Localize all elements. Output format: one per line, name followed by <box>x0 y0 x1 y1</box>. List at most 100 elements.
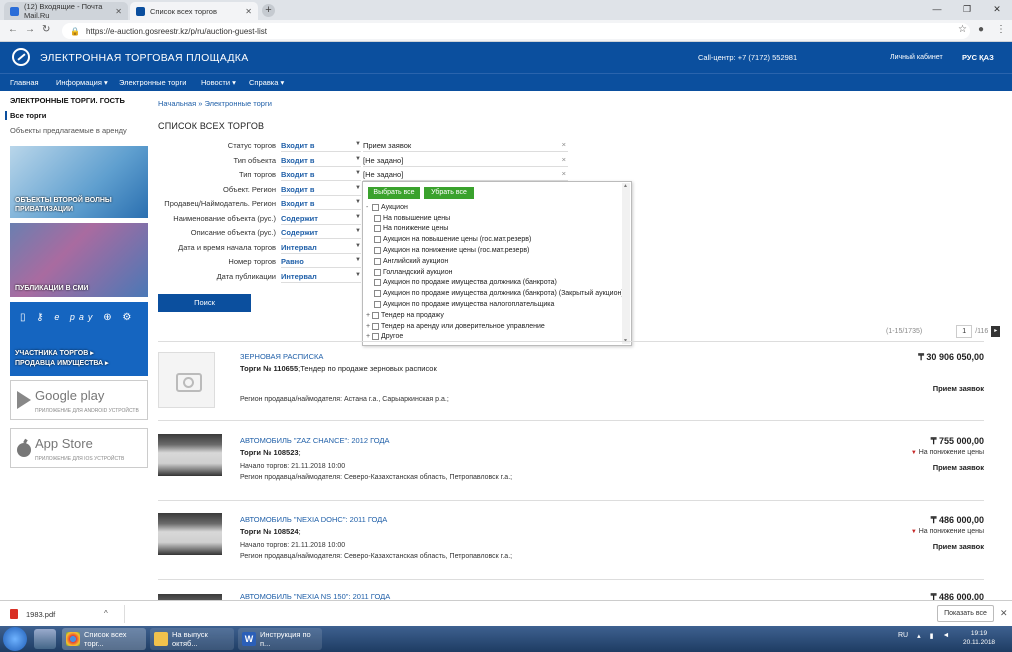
clear-all-button[interactable]: Убрать все <box>424 187 474 199</box>
minimize-icon[interactable]: — <box>922 0 952 20</box>
tree-option[interactable]: На повышение цены <box>366 213 622 224</box>
nav-home[interactable]: Главная <box>10 78 39 87</box>
sidebar-item-rental-objects[interactable]: Объекты предлагаемые в аренду <box>10 126 150 135</box>
start-button-icon[interactable] <box>3 627 27 651</box>
camera-placeholder-icon[interactable] <box>158 352 215 408</box>
tree-option[interactable]: На понижение цены <box>366 224 622 235</box>
promo-epay-banner[interactable]: ▯ ⚷ e pay ⊕ ⚙ УЧАСТНИКА ТОРГОВ ▸ ПРОДАВЦ… <box>10 302 148 376</box>
system-clock[interactable]: 19:19 20.11.2018 <box>963 629 995 647</box>
language-indicator[interactable]: RU <box>898 632 908 640</box>
lot-title-link[interactable]: АВТОМОБИЛЬ "NEXIA DOHC": 2011 ГОДА <box>240 515 387 524</box>
url-input[interactable]: 🔒 https://e-auction.gosreestr.kz/p/ru/au… <box>62 23 970 39</box>
search-button[interactable]: Поиск <box>158 294 251 312</box>
chevron-up-icon[interactable]: ^ <box>104 609 108 618</box>
network-icon[interactable]: ▮ <box>930 632 934 640</box>
filter-operator-select[interactable]: Содержит ▼ <box>281 212 361 225</box>
promo-media-banner[interactable]: ПУБЛИКАЦИИ В СМИ <box>10 223 148 297</box>
volume-icon[interactable]: ◄ <box>943 632 950 640</box>
nav-information[interactable]: Информация ▾ <box>56 78 108 87</box>
lot-title-link[interactable]: АВТОМОБИЛЬ "NEXIA NS 150": 2011 ГОДА <box>240 592 390 600</box>
select-all-button[interactable]: Выбрать все <box>368 187 420 199</box>
tree-option[interactable]: + Тендер на продажу <box>366 310 622 321</box>
taskbar-task-chrome[interactable]: Список всех торг... <box>62 628 146 650</box>
checkbox[interactable] <box>374 257 381 265</box>
new-tab-button[interactable]: + <box>262 4 275 17</box>
tray-arrow-icon[interactable]: ▴ <box>917 632 921 640</box>
maximize-icon[interactable]: ❐ <box>952 0 982 20</box>
taskbar-task-word[interactable]: W Инструкция по п... <box>238 628 322 650</box>
promo-link-seller[interactable]: ПРОДАВЦА ИМУЩЕСТВА ▸ <box>15 359 109 369</box>
nav-news[interactable]: Новости ▾ <box>201 78 236 87</box>
tree-option[interactable]: Аукцион по продаже имущества налогоплате… <box>366 299 622 310</box>
filter-operator-select[interactable]: Входит в ▼ <box>281 168 361 181</box>
tree-option[interactable]: + Тендер на аренду или доверительное упра… <box>366 321 622 332</box>
lot-photo[interactable] <box>158 434 222 476</box>
page-number-input[interactable]: 1 <box>956 325 973 338</box>
close-window-icon[interactable]: ✕ <box>982 0 1012 20</box>
show-all-downloads-button[interactable]: Показать все <box>937 605 994 622</box>
lot-photo[interactable] <box>158 513 222 555</box>
promo-privatization-banner[interactable]: ОБЪЕКТЫ ВТОРОЙ ВОЛНЫ ПРИВАТИЗАЦИИ <box>10 146 148 218</box>
filter-value-field[interactable]: Прием заявок × <box>363 139 568 152</box>
clear-filter-icon[interactable]: × <box>562 169 566 178</box>
filter-operator-select[interactable]: Равно ▼ <box>281 255 361 268</box>
checkbox[interactable] <box>372 203 379 211</box>
checkbox[interactable] <box>374 268 381 276</box>
checkbox[interactable] <box>374 279 381 287</box>
checkbox[interactable] <box>374 247 381 255</box>
profile-icon[interactable]: ● <box>978 24 984 35</box>
sidebar-item-all-auctions[interactable]: Все торги <box>5 111 150 120</box>
tree-option[interactable]: - Аукцион <box>366 202 622 213</box>
forward-icon[interactable]: → <box>25 24 35 35</box>
checkbox[interactable] <box>374 225 381 233</box>
next-page-button[interactable]: ▸ <box>991 326 1001 337</box>
close-tab-icon[interactable]: ✕ <box>245 7 252 16</box>
menu-kebab-icon[interactable]: ⋮ <box>996 24 1006 35</box>
tree-option[interactable]: Аукцион на повышение цены (гос.мат.резер… <box>366 234 622 245</box>
tree-option[interactable]: Аукцион по продаже имущества должника (б… <box>366 278 622 289</box>
filter-value-field[interactable]: [Не задано] × <box>363 154 568 167</box>
checkbox[interactable] <box>372 333 379 341</box>
language-switcher[interactable]: РУС ҚАЗ <box>962 53 994 62</box>
explorer-icon[interactable] <box>34 629 56 649</box>
bookmark-star-icon[interactable]: ☆ <box>958 24 967 35</box>
app-store-button[interactable]: App Store ПРИЛОЖЕНИЕ ДЛЯ IOS УСТРОЙСТВ <box>10 428 148 468</box>
site-title[interactable]: ЭЛЕКТРОННАЯ ТОРГОВАЯ ПЛОЩАДКА <box>40 52 249 64</box>
tree-option[interactable]: Голландский аукцион <box>366 267 622 278</box>
browser-tab-auction[interactable]: Список всех торгов ✕ <box>130 2 258 20</box>
personal-cabinet-link[interactable]: Личный кабинет <box>890 54 943 61</box>
filter-operator-select[interactable]: Интервал ▼ <box>281 241 361 254</box>
breadcrumb[interactable]: Начальная » Электронные торги <box>158 99 272 108</box>
close-tab-icon[interactable]: ✕ <box>115 7 122 16</box>
checkbox[interactable] <box>372 311 379 319</box>
tree-option[interactable]: Английский аукцион <box>366 256 622 267</box>
checkbox[interactable] <box>374 236 381 244</box>
back-icon[interactable]: ← <box>8 24 18 35</box>
browser-tab-mail[interactable]: (12) Входящие - Почта Mail.Ru ✕ <box>4 2 128 20</box>
filter-operator-select[interactable]: Содержит ▼ <box>281 226 361 239</box>
filter-operator-select[interactable]: Входит в ▼ <box>281 154 361 167</box>
lot-title-link[interactable]: АВТОМОБИЛЬ "ZAZ CHANCE": 2012 ГОДА <box>240 436 389 445</box>
filter-value-field[interactable]: [Не задано] × <box>363 168 568 181</box>
checkbox[interactable] <box>372 322 379 330</box>
dropdown-scrollbar[interactable] <box>622 183 630 344</box>
filter-operator-select[interactable]: Входит в ▼ <box>281 197 361 210</box>
download-file-name[interactable]: 1983.pdf <box>26 610 55 619</box>
nav-help[interactable]: Справка ▾ <box>249 78 284 87</box>
checkbox[interactable] <box>374 290 381 298</box>
filter-operator-select[interactable]: Входит в ▼ <box>281 139 361 152</box>
promo-link-participant[interactable]: УЧАСТНИКА ТОРГОВ ▸ <box>15 349 109 359</box>
tree-option[interactable]: Аукцион по продаже имущества должника (б… <box>366 288 624 299</box>
filter-operator-select[interactable]: Интервал ▼ <box>281 270 361 283</box>
filter-operator-select[interactable]: Входит в ▼ <box>281 183 361 196</box>
taskbar-task-folder[interactable]: На выпуск октяб... <box>150 628 234 650</box>
site-logo-icon[interactable] <box>12 48 30 66</box>
reload-icon[interactable]: ↻ <box>42 24 50 35</box>
lot-title-link[interactable]: ЗЕРНОВАЯ РАСПИСКА <box>240 352 323 361</box>
checkbox[interactable] <box>374 301 381 309</box>
nav-electronic-auctions[interactable]: Электронные торги <box>119 78 186 87</box>
google-play-button[interactable]: Google play ПРИЛОЖЕНИЕ ДЛЯ ANDROID УСТРО… <box>10 380 148 420</box>
checkbox[interactable] <box>374 214 381 222</box>
tree-option[interactable]: Аукцион на понижение цены (гос.мат.резер… <box>366 245 622 256</box>
clear-filter-icon[interactable]: × <box>562 140 566 149</box>
